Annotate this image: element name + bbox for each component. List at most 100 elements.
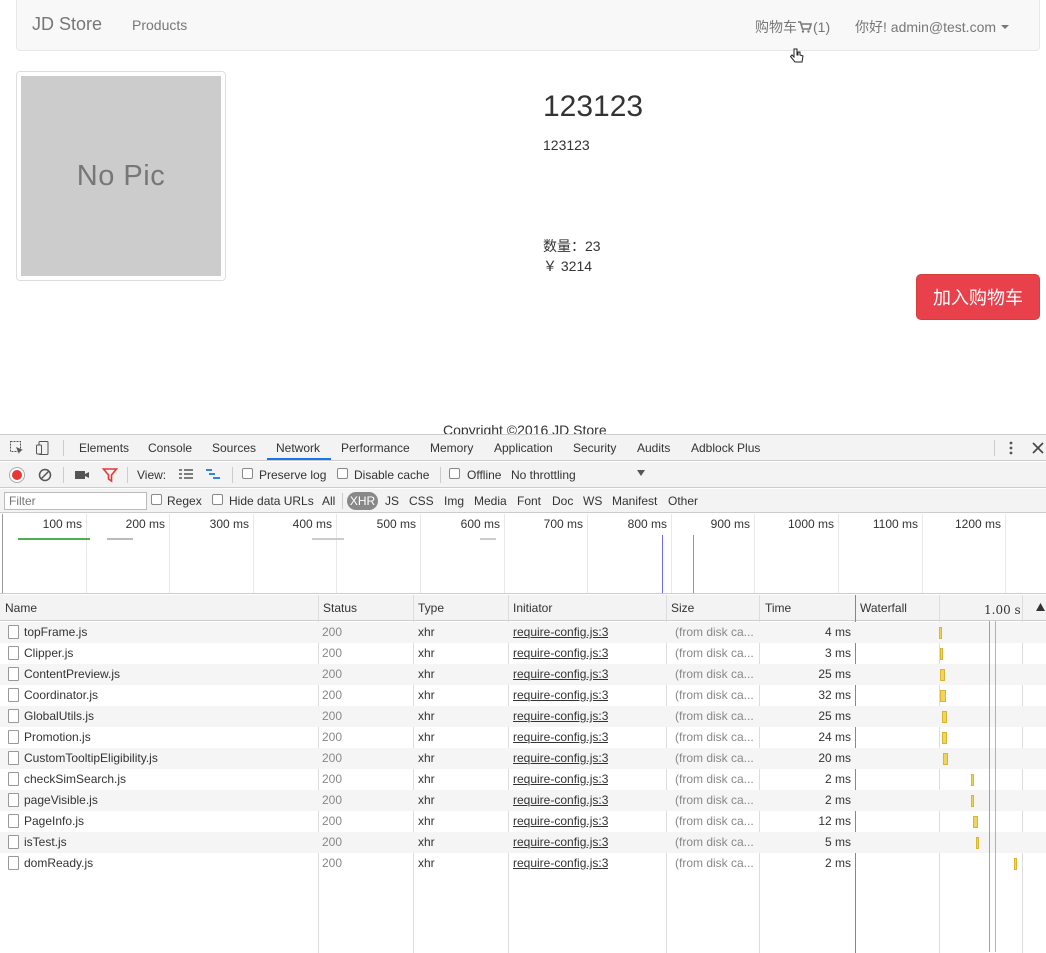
waterfall-bar[interactable]: [971, 795, 974, 807]
column-time[interactable]: Time: [765, 601, 791, 615]
request-initiator-link[interactable]: require-config.js:3: [513, 856, 608, 870]
tab-memory[interactable]: Memory: [430, 441, 473, 455]
throttling-select[interactable]: No throttling: [511, 468, 576, 482]
column-status[interactable]: Status: [323, 601, 357, 615]
table-row[interactable]: GlobalUtils.js 200 xhr require-config.js:3 (…: [0, 706, 1046, 727]
table-row[interactable]: topFrame.js 200 xhr require-config.js:3 (fro…: [0, 622, 1046, 643]
request-initiator-link[interactable]: require-config.js:3: [513, 835, 608, 849]
waterfall-bar[interactable]: [976, 837, 979, 849]
table-row[interactable]: Coordinator.js 200 xhr require-config.js:3 (…: [0, 685, 1046, 706]
request-initiator-link[interactable]: require-config.js:3: [513, 646, 608, 660]
request-initiator-link[interactable]: require-config.js:3: [513, 751, 608, 765]
file-icon: [8, 646, 19, 660]
filter-type-all[interactable]: All: [322, 494, 335, 508]
filter-type-other[interactable]: Other: [668, 494, 698, 508]
timeline-overview[interactable]: 100 ms 200 ms 300 ms 400 ms 500 ms 600 ms 700 …: [0, 514, 1046, 594]
list-view-icon[interactable]: [178, 467, 194, 483]
sort-ascending-icon[interactable]: [1036, 603, 1045, 611]
filter-input[interactable]: [4, 492, 147, 510]
waterfall-view-icon[interactable]: [205, 467, 221, 483]
request-size: (from disk ca...: [675, 646, 754, 660]
add-to-cart-button[interactable]: 加入购物车: [916, 274, 1040, 320]
request-initiator-link[interactable]: require-config.js:3: [513, 793, 608, 807]
column-name[interactable]: Name: [5, 601, 37, 615]
column-initiator[interactable]: Initiator: [513, 601, 552, 615]
nav-products-link[interactable]: Products: [132, 17, 187, 33]
filter-type-doc[interactable]: Doc: [552, 494, 573, 508]
camera-icon[interactable]: [74, 467, 90, 483]
cart-icon: [798, 21, 812, 33]
request-status: 200: [322, 772, 343, 786]
filter-type-img[interactable]: Img: [444, 494, 464, 508]
table-row[interactable]: checkSimSearch.js 200 xhr require-config.js…: [0, 769, 1046, 790]
column-type[interactable]: Type: [418, 601, 444, 615]
waterfall-bar[interactable]: [973, 816, 978, 828]
waterfall-bar[interactable]: [940, 648, 943, 660]
record-icon[interactable]: [10, 468, 24, 482]
request-initiator-link[interactable]: require-config.js:3: [513, 625, 608, 639]
waterfall-bar[interactable]: [940, 690, 946, 702]
close-icon[interactable]: [1030, 440, 1046, 456]
request-type: xhr: [418, 856, 435, 870]
tab-console[interactable]: Console: [148, 441, 192, 455]
request-time: 25 ms: [818, 667, 851, 681]
waterfall-bar[interactable]: [943, 753, 948, 765]
column-size[interactable]: Size: [671, 601, 694, 615]
request-initiator-link[interactable]: require-config.js:3: [513, 709, 608, 723]
table-row[interactable]: isTest.js 200 xhr require-config.js:3 (from …: [0, 832, 1046, 853]
request-initiator-link[interactable]: require-config.js:3: [513, 730, 608, 744]
tab-adblock-plus[interactable]: Adblock Plus: [691, 441, 760, 455]
preserve-log-checkbox[interactable]: [242, 468, 253, 479]
waterfall-bar[interactable]: [1014, 858, 1017, 870]
filter-icon[interactable]: [102, 467, 118, 483]
disable-cache-checkbox[interactable]: [337, 468, 348, 479]
request-initiator-link[interactable]: require-config.js:3: [513, 667, 608, 681]
filter-type-js[interactable]: JS: [385, 494, 399, 508]
table-row[interactable]: PageInfo.js 200 xhr require-config.js:3 (fro…: [0, 811, 1046, 832]
waterfall-bar[interactable]: [971, 774, 974, 786]
product-quantity: 数量：23: [543, 238, 601, 254]
user-dropdown[interactable]: 你好! admin@test.com: [855, 17, 1010, 37]
device-toolbar-icon[interactable]: [35, 440, 51, 456]
filter-type-media[interactable]: Media: [474, 494, 507, 508]
tab-performance[interactable]: Performance: [341, 441, 410, 455]
tab-audits[interactable]: Audits: [637, 441, 670, 455]
toolbar-divider: [232, 467, 233, 483]
inspect-element-icon[interactable]: [9, 440, 25, 456]
devtools-panel: Elements Console Sources Network Perform…: [0, 434, 1046, 953]
tab-application[interactable]: Application: [494, 441, 553, 455]
regex-checkbox[interactable]: [151, 494, 162, 505]
table-row[interactable]: Clipper.js 200 xhr require-config.js:3 (from…: [0, 643, 1046, 664]
filter-type-xhr[interactable]: XHR: [347, 492, 378, 510]
more-options-icon[interactable]: [1003, 440, 1019, 456]
table-row[interactable]: Promotion.js 200 xhr require-config.js:3 (fr…: [0, 727, 1046, 748]
tab-security[interactable]: Security: [573, 441, 616, 455]
table-row[interactable]: domReady.js 200 xhr require-config.js:3 (fro…: [0, 853, 1046, 874]
waterfall-bar[interactable]: [942, 711, 947, 723]
nav-cart-link[interactable]: 购物车 (1): [755, 17, 830, 37]
waterfall-bar[interactable]: [942, 732, 947, 744]
request-initiator-link[interactable]: require-config.js:3: [513, 772, 608, 786]
hide-data-urls-checkbox[interactable]: [212, 494, 223, 505]
tab-elements[interactable]: Elements: [79, 441, 129, 455]
brand-link[interactable]: JD Store: [32, 14, 102, 35]
request-initiator-link[interactable]: require-config.js:3: [513, 688, 608, 702]
offline-checkbox[interactable]: [449, 468, 460, 479]
table-row[interactable]: pageVisible.js 200 xhr require-config.js:3 (…: [0, 790, 1046, 811]
request-status: 200: [322, 646, 343, 660]
request-initiator-link[interactable]: require-config.js:3: [513, 814, 608, 828]
column-waterfall[interactable]: Waterfall: [860, 601, 907, 615]
tab-network[interactable]: Network: [276, 441, 320, 455]
clear-icon[interactable]: [37, 467, 53, 483]
table-row[interactable]: CustomTooltipEligibility.js 200 xhr require…: [0, 748, 1046, 769]
tab-sources[interactable]: Sources: [212, 441, 256, 455]
overview-tick-label: 300 ms: [209, 517, 249, 531]
filter-type-manifest[interactable]: Manifest: [612, 494, 657, 508]
filter-type-font[interactable]: Font: [517, 494, 541, 508]
waterfall-bar[interactable]: [940, 669, 945, 681]
preserve-log-label: Preserve log: [259, 468, 327, 482]
table-row[interactable]: ContentPreview.js 200 xhr require-config.js…: [0, 664, 1046, 685]
filter-type-ws[interactable]: WS: [583, 494, 602, 508]
waterfall-bar[interactable]: [939, 627, 942, 639]
filter-type-css[interactable]: CSS: [409, 494, 434, 508]
